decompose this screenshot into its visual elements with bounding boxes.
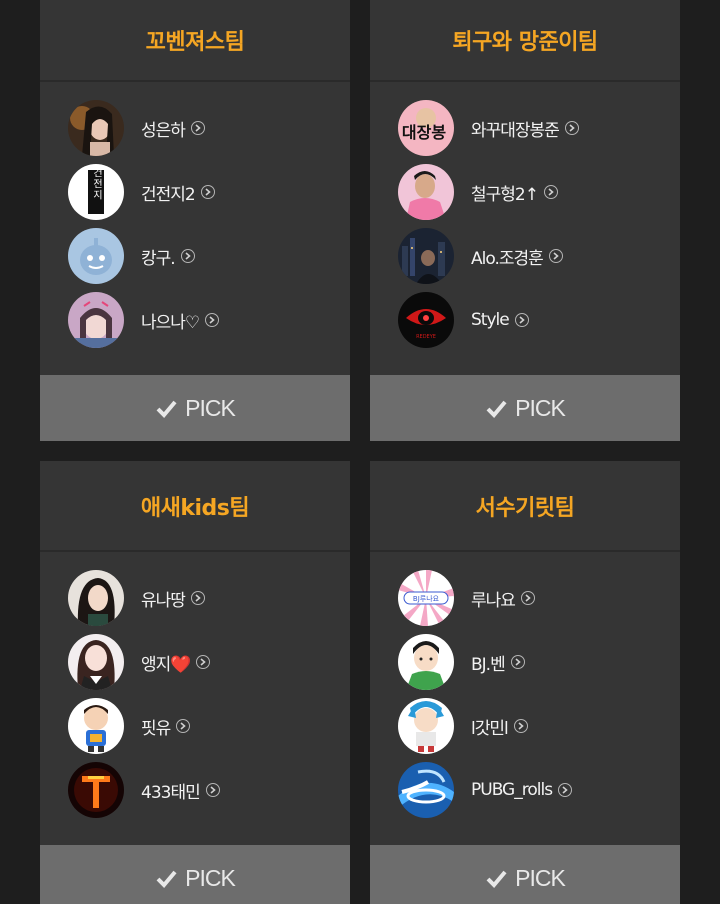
member-item[interactable]: REDEYE Style	[398, 292, 529, 348]
member-item[interactable]: 대장봉 와꾸대장봉준	[398, 100, 579, 156]
check-icon	[156, 400, 177, 418]
chevron-right-icon	[205, 313, 220, 327]
member-name: 와꾸대장봉준	[471, 120, 560, 141]
team-title: 퇴구와 망준이팀	[452, 30, 598, 55]
member-item[interactable]: l갓민l	[398, 698, 528, 754]
chevron-right-icon	[558, 783, 573, 797]
member-item[interactable]: 유나땅	[68, 570, 205, 626]
member-name: 루나요	[471, 590, 516, 611]
avatar-cartoon-blue-hair	[398, 698, 454, 754]
chevron-right-icon	[548, 249, 563, 263]
pick-label: PICK	[515, 864, 566, 891]
team-card-4: 서수기릿팀 BJ루나요 루나요 BJ.벤 l갓민l PUBG_rolls PIC…	[370, 461, 680, 904]
pick-button[interactable]: PICK	[40, 845, 350, 904]
chevron-right-icon	[510, 655, 525, 669]
chevron-right-icon	[564, 121, 579, 135]
member-item[interactable]: 철구형2↑	[398, 164, 558, 220]
check-icon	[156, 870, 177, 888]
member-name: 나으나♡	[141, 312, 200, 333]
member-list: BJ루나요 루나요 BJ.벤 l갓민l PUBG_rolls	[370, 552, 680, 845]
pick-label: PICK	[185, 864, 236, 891]
team-title: 꼬벤져스팀	[145, 30, 245, 55]
member-name: 유나땅	[141, 590, 186, 611]
member-item[interactable]: 캉구.	[68, 228, 195, 284]
pick-button[interactable]: PICK	[370, 845, 680, 904]
team-card-3: 애새kids팀 유나땅 앵지❤️ 핏유 433태민 PICK	[40, 461, 350, 904]
team-title: 서수기릿팀	[475, 495, 575, 521]
chevron-right-icon	[520, 591, 535, 605]
member-name: Alo.조경훈	[471, 248, 544, 269]
member-list: 성은하 건전지 건전지2 캉구. 나으나♡	[40, 82, 350, 375]
member-name: 건전지2	[141, 184, 196, 205]
chevron-right-icon	[190, 591, 205, 605]
pick-button[interactable]: PICK	[370, 375, 680, 441]
member-name: l갓민l	[471, 718, 509, 739]
member-name: Style	[471, 310, 510, 330]
team-pick-page: 꼬벤져스팀 성은하 건전지 건전지2 캉구. 나으나♡ PICK 퇴구와 망준이…	[0, 0, 720, 904]
svg-text:대장봉: 대장봉	[402, 123, 446, 142]
chevron-right-icon	[200, 185, 215, 199]
member-item[interactable]: BJ.벤	[398, 634, 525, 690]
chevron-right-icon	[514, 313, 529, 327]
team-header: 퇴구와 망준이팀	[370, 0, 680, 82]
chevron-right-icon	[180, 249, 195, 263]
member-item[interactable]: 성은하	[68, 100, 205, 156]
avatar-fire-t-logo	[68, 762, 124, 818]
chevron-right-icon	[190, 121, 205, 135]
pick-button[interactable]: PICK	[40, 375, 350, 441]
member-item[interactable]: 핏유	[68, 698, 191, 754]
team-title: 애새kids팀	[140, 495, 250, 521]
check-icon	[486, 870, 507, 888]
pick-label: PICK	[515, 394, 566, 421]
member-item[interactable]: 앵지❤️	[68, 634, 211, 690]
svg-text:REDEYE: REDEYE	[416, 334, 436, 340]
avatar-man-pink-shirt	[398, 164, 454, 220]
member-name: PUBG_rolls	[471, 780, 553, 800]
avatar-girl-school-uniform	[68, 634, 124, 690]
member-item[interactable]: Alo.조경훈	[398, 228, 563, 284]
chevron-right-icon	[205, 783, 220, 797]
check-icon	[486, 400, 507, 418]
team-header: 서수기릿팀	[370, 461, 680, 552]
member-item[interactable]: 건전지 건전지2	[68, 164, 215, 220]
avatar-text-logo: 건전지	[68, 164, 124, 220]
avatar-cartoon-boy	[68, 698, 124, 754]
member-name: 433태민	[141, 782, 201, 803]
member-item[interactable]: 나으나♡	[68, 292, 220, 348]
avatar-blue-swirl-logo	[398, 762, 454, 818]
member-item[interactable]: PUBG_rolls	[398, 762, 573, 818]
avatar-cartoon-boy-green	[398, 634, 454, 690]
avatar-pink-burst-logo: BJ루나요	[398, 570, 454, 626]
chevron-right-icon	[513, 719, 528, 733]
chevron-right-icon	[543, 185, 558, 199]
member-name: 철구형2↑	[471, 184, 539, 205]
svg-text:BJ루나요: BJ루나요	[413, 594, 440, 603]
member-item[interactable]: 433태민	[68, 762, 220, 818]
avatar-girl-long-hair	[68, 570, 124, 626]
chevron-right-icon	[176, 719, 191, 733]
member-name: BJ.벤	[471, 654, 506, 675]
member-list: 유나땅 앵지❤️ 핏유 433태민	[40, 552, 350, 845]
team-card-1: 꼬벤져스팀 성은하 건전지 건전지2 캉구. 나으나♡ PICK	[40, 0, 350, 441]
member-list: 대장봉 와꾸대장봉준 철구형2↑ Alo.조경훈 REDEYE Style	[370, 82, 680, 375]
team-header: 애새kids팀	[40, 461, 350, 552]
svg-text:건전지: 건전지	[91, 167, 103, 200]
avatar-pink-text-logo: 대장봉	[398, 100, 454, 156]
avatar-girl-pink-filter	[68, 292, 124, 348]
member-name: 캉구.	[141, 248, 176, 269]
member-name: 성은하	[141, 120, 186, 141]
avatar-girl-dark-hair	[68, 100, 124, 156]
avatar-blue-cartoon	[68, 228, 124, 284]
member-name: 핏유	[141, 718, 171, 739]
chevron-right-icon	[196, 655, 211, 669]
member-item[interactable]: BJ루나요 루나요	[398, 570, 535, 626]
avatar-red-eye-logo: REDEYE	[398, 292, 454, 348]
team-card-2: 퇴구와 망준이팀 대장봉 와꾸대장봉준 철구형2↑ Alo.조경훈 REDEYE…	[370, 0, 680, 441]
member-name: 앵지❤️	[141, 654, 191, 675]
pick-label: PICK	[185, 394, 236, 421]
avatar-night-city	[398, 228, 454, 284]
team-header: 꼬벤져스팀	[40, 0, 350, 82]
